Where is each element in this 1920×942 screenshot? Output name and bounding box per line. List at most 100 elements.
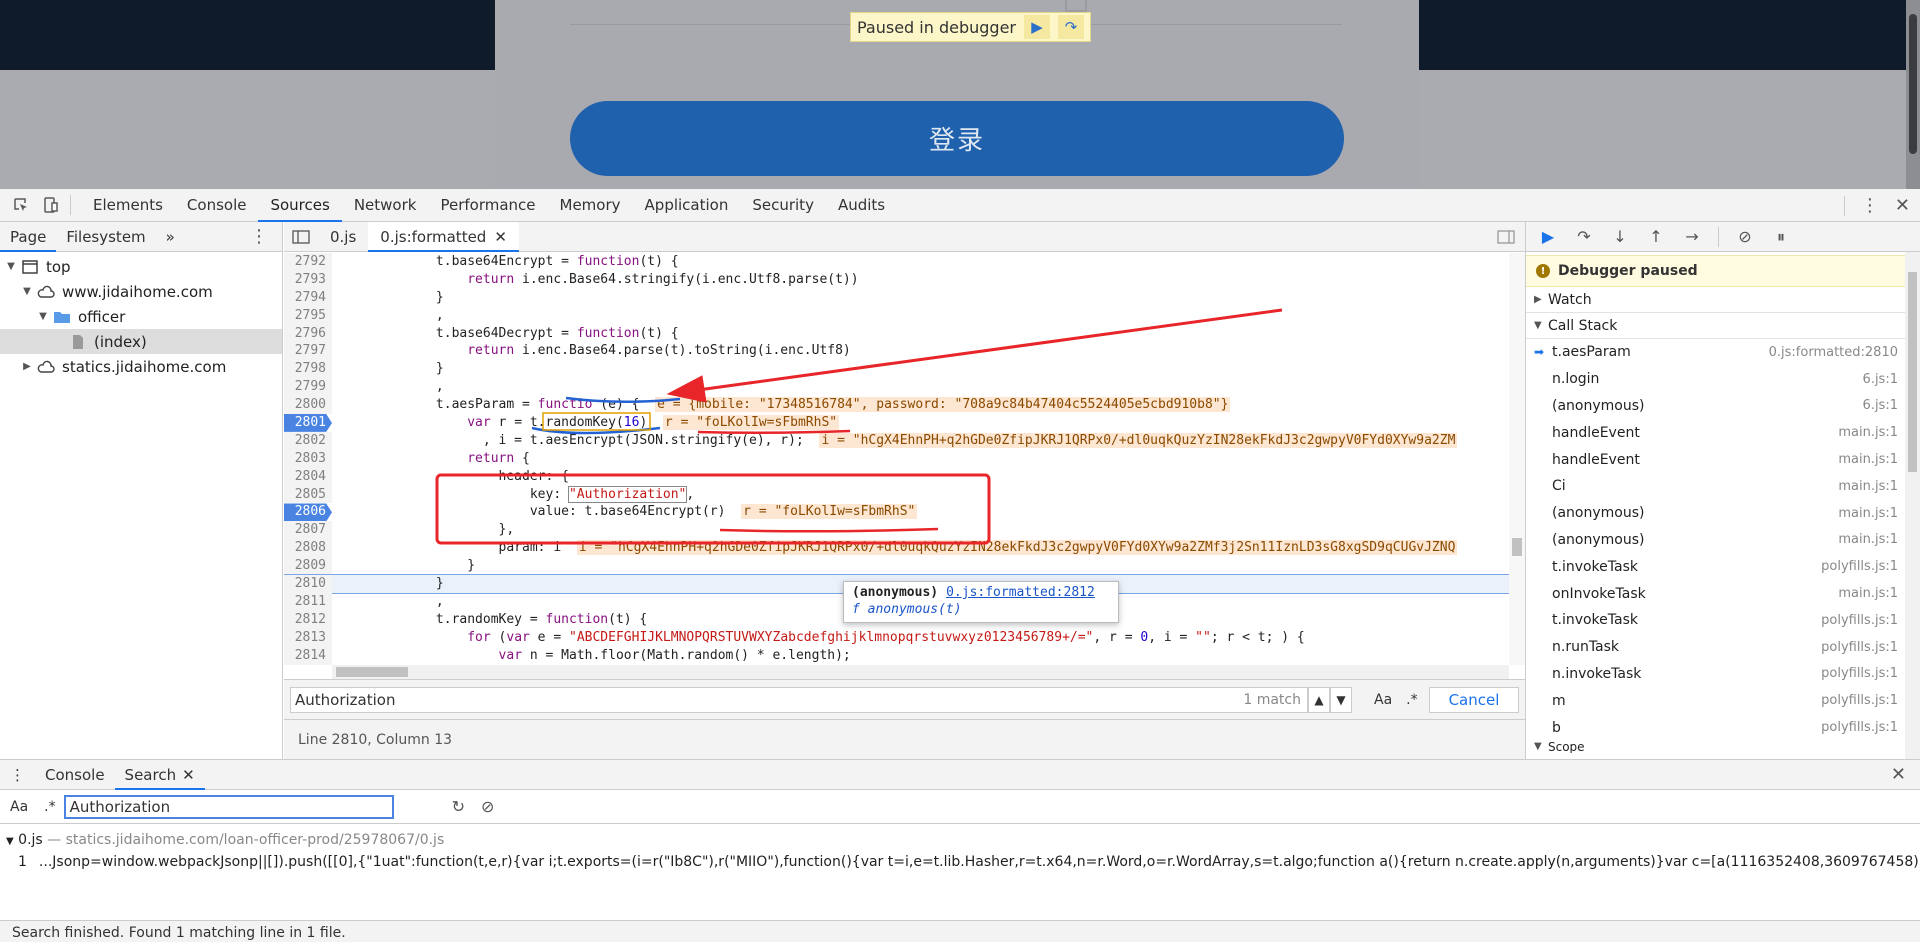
scrollbar-thumb[interactable]	[336, 667, 408, 677]
close-tab-icon[interactable]: ✕	[182, 760, 195, 790]
inspect-element-icon[interactable]	[12, 196, 30, 214]
line-number[interactable]: 2810	[284, 575, 332, 593]
call-frame[interactable]: handleEvent main.js:1	[1526, 419, 1920, 446]
tab-security[interactable]: Security	[740, 189, 826, 222]
tab-page[interactable]: Page	[0, 222, 57, 252]
line-number[interactable]: 2808	[284, 539, 332, 558]
step-over-icon[interactable]: ↷	[1058, 15, 1084, 39]
tab-filesystem[interactable]: Filesystem	[56, 222, 155, 252]
call-frame[interactable]: (anonymous) 6.js:1	[1526, 393, 1920, 420]
device-toolbar-icon[interactable]	[42, 196, 60, 214]
breakpoint-line-number[interactable]: 2801	[284, 414, 332, 432]
tree-item-index[interactable]: (index)	[0, 329, 282, 354]
match-case-toggle[interactable]: Aa	[10, 799, 28, 815]
page-scrollbar[interactable]	[1906, 0, 1920, 189]
tab-audits[interactable]: Audits	[826, 189, 897, 222]
agreement-checkbox[interactable]	[1065, 0, 1087, 12]
line-number[interactable]: 2799	[284, 378, 332, 397]
resume-icon[interactable]: ▶	[1538, 227, 1558, 246]
code-vertical-scrollbar[interactable]	[1509, 253, 1525, 665]
line-number[interactable]: 2796	[284, 324, 332, 343]
previous-match-icon[interactable]: ▲	[1308, 686, 1330, 713]
tree-item-top[interactable]: ▼ top	[0, 254, 282, 279]
line-number[interactable]: 2795	[284, 306, 332, 325]
tab-application[interactable]: Application	[633, 189, 741, 222]
step-out-icon[interactable]: ↑	[1646, 227, 1666, 246]
pause-on-exceptions-icon[interactable]: ⏸	[1771, 227, 1791, 247]
call-frame[interactable]: (anonymous) main.js:1	[1526, 500, 1920, 527]
more-tabs-icon[interactable]: »	[156, 222, 185, 252]
call-stack-section[interactable]: ▼ Call Stack	[1526, 313, 1920, 339]
regex-toggle[interactable]: .*	[44, 799, 55, 815]
next-match-icon[interactable]: ▼	[1330, 686, 1352, 713]
line-number[interactable]: 2804	[284, 467, 332, 486]
popover-source-link[interactable]: 0.js:formatted:2812	[946, 585, 1095, 600]
match-case-toggle[interactable]: Aa	[1374, 692, 1392, 708]
call-frame[interactable]: (anonymous) main.js:1	[1526, 527, 1920, 554]
line-number[interactable]: 2814	[284, 646, 332, 665]
line-number[interactable]: 2803	[284, 449, 332, 468]
refresh-icon[interactable]: ↻	[452, 797, 465, 816]
line-number[interactable]: 2815	[284, 664, 332, 665]
line-number[interactable]: 2812	[284, 610, 332, 629]
breakpoint-line-number[interactable]: 2806	[284, 503, 332, 522]
tab-performance[interactable]: Performance	[428, 189, 547, 222]
call-frame[interactable]: t.invokeTask polyfills.js:1	[1526, 607, 1920, 634]
line-number[interactable]: 2813	[284, 628, 332, 647]
tab-elements[interactable]: Elements	[81, 189, 175, 222]
call-frame[interactable]: Ci main.js:1	[1526, 473, 1920, 500]
line-number[interactable]: 2797	[284, 342, 332, 361]
line-number[interactable]: 2802	[284, 431, 332, 450]
navigator-menu-icon[interactable]: ⋮	[250, 226, 268, 247]
clear-icon[interactable]: ⊘	[481, 797, 494, 816]
call-frame[interactable]: ➡ t.aesParam 0.js:formatted:2810	[1526, 339, 1920, 366]
editor-tab-0js[interactable]: 0.js	[318, 222, 368, 252]
tab-sources[interactable]: Sources	[258, 189, 343, 222]
call-frame[interactable]: t.invokeTask polyfills.js:1	[1526, 553, 1920, 580]
line-number[interactable]: 2794	[284, 288, 332, 307]
tab-network[interactable]: Network	[342, 189, 429, 222]
editor-tab-0js-formatted[interactable]: 0.js:formatted ✕	[368, 221, 519, 252]
regex-toggle[interactable]: .*	[1406, 692, 1417, 708]
drawer-tab-console[interactable]: Console	[35, 760, 115, 790]
call-frame[interactable]: onInvokeTask main.js:1	[1526, 580, 1920, 607]
line-number[interactable]: 2800	[284, 396, 332, 415]
search-result-line[interactable]: 1 ...Jsonp=window.webpackJsonp||[]).push(…	[0, 852, 1920, 876]
more-options-icon[interactable]: ⋮	[1861, 195, 1879, 216]
watch-section[interactable]: ▶ Watch	[1526, 287, 1920, 313]
close-drawer-icon[interactable]: ✕	[1891, 764, 1906, 785]
find-query[interactable]: Authorization	[295, 691, 395, 709]
search-result-file[interactable]: ▼ 0.js — statics.jidaihome.com/loan-offi…	[0, 824, 1920, 852]
line-number[interactable]: 2793	[284, 270, 332, 289]
cancel-button[interactable]: Cancel	[1429, 686, 1519, 713]
line-number[interactable]: 2805	[284, 485, 332, 504]
step-into-icon[interactable]: ↓	[1610, 227, 1630, 246]
sidebar-scrollbar[interactable]	[1905, 252, 1920, 759]
line-number[interactable]: 2811	[284, 592, 332, 611]
call-frame[interactable]: b polyfills.js:1	[1526, 714, 1920, 741]
call-frame[interactable]: n.invokeTask polyfills.js:1	[1526, 661, 1920, 688]
tree-item-folder[interactable]: ▼ officer	[0, 304, 282, 329]
call-frame[interactable]: n.login 6.js:1	[1526, 366, 1920, 393]
line-number[interactable]: 2798	[284, 360, 332, 379]
scrollbar-thumb[interactable]	[1512, 538, 1522, 556]
find-input[interactable]: Authorization 1 match	[290, 686, 1308, 713]
close-tab-icon[interactable]: ✕	[494, 222, 507, 252]
tab-console[interactable]: Console	[175, 189, 259, 222]
resume-icon[interactable]: ▶	[1024, 15, 1050, 39]
close-devtools-icon[interactable]: ✕	[1895, 195, 1910, 216]
page-scrollbar-thumb[interactable]	[1909, 14, 1917, 154]
call-frame[interactable]: n.runTask polyfills.js:1	[1526, 634, 1920, 661]
call-frame[interactable]: m polyfills.js:1	[1526, 687, 1920, 714]
code-horizontal-scrollbar[interactable]	[332, 665, 1509, 679]
search-input[interactable]: Authorization	[63, 794, 394, 819]
tree-item-statics[interactable]: ▶ statics.jidaihome.com	[0, 354, 282, 379]
step-over-icon[interactable]: ↷	[1574, 227, 1594, 246]
line-number[interactable]: 2809	[284, 557, 332, 576]
call-frame[interactable]: handleEvent main.js:1	[1526, 446, 1920, 473]
scrollbar-thumb[interactable]	[1908, 272, 1917, 472]
line-number[interactable]: 2807	[284, 521, 332, 540]
drawer-tab-search[interactable]: Search ✕	[114, 760, 205, 790]
step-icon[interactable]: →	[1682, 227, 1702, 246]
deactivate-breakpoints-icon[interactable]: ⊘	[1735, 227, 1755, 246]
